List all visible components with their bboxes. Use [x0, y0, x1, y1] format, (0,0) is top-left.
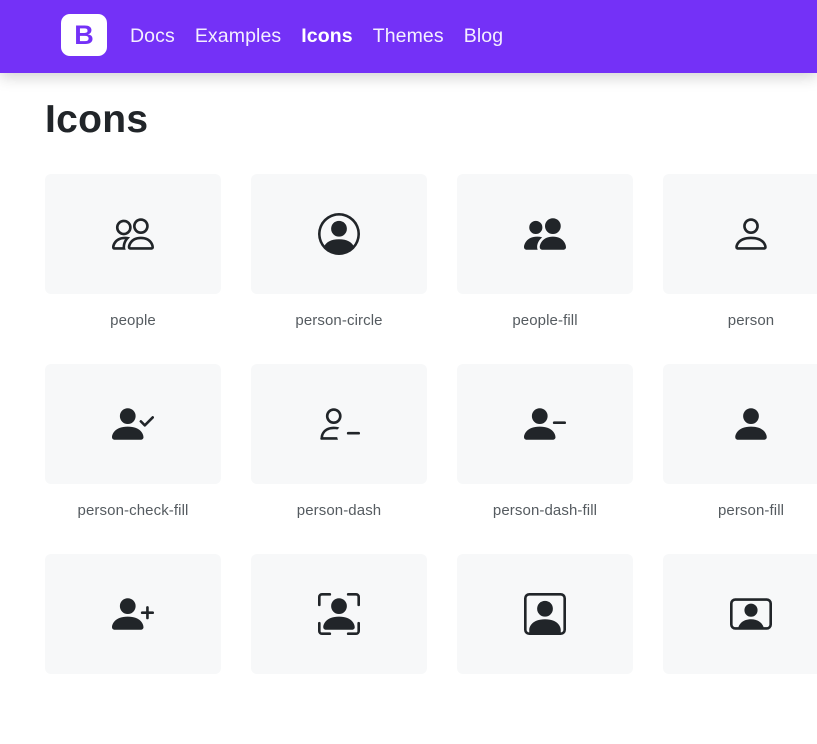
nav-link-icons[interactable]: Icons: [301, 25, 352, 48]
icon-label: person-dash-fill: [492, 502, 598, 519]
icon-tile[interactable]: [251, 364, 427, 484]
icon-card-people[interactable]: people: [45, 174, 221, 364]
main-nav: Docs Examples Icons Themes Blog: [130, 0, 523, 73]
icon-label: person-dash: [296, 502, 382, 519]
icon-tile[interactable]: [663, 174, 817, 294]
icon-card-person-plus-fill[interactable]: [45, 554, 221, 744]
person-dash-fill-icon: [524, 408, 566, 440]
icon-label: person-circle: [295, 312, 383, 329]
icon-label: people-fill: [512, 312, 578, 329]
icon-card-person-dash-fill[interactable]: person-dash-fill: [457, 364, 633, 554]
person-dash-icon: [320, 408, 360, 440]
icon-card-person-video[interactable]: [663, 554, 817, 744]
icon-label: person-fill: [717, 502, 785, 519]
people-fill-icon: [524, 218, 566, 250]
person-circle-icon: [318, 213, 360, 255]
person-check-fill-icon: [112, 408, 154, 440]
icon-card-person-check-fill[interactable]: person-check-fill: [45, 364, 221, 554]
icon-grid: people person-circle people-fill person: [45, 174, 817, 744]
person-square-icon: [524, 593, 566, 635]
icon-label: person: [727, 312, 775, 329]
icon-card-person-dash[interactable]: person-dash: [251, 364, 427, 554]
icon-label: person-check-fill: [77, 502, 189, 519]
icon-tile[interactable]: [251, 174, 427, 294]
icon-card-person-fill[interactable]: person-fill: [663, 364, 817, 554]
icon-tile[interactable]: [663, 554, 817, 674]
icon-tile[interactable]: [251, 554, 427, 674]
icon-card-people-fill[interactable]: people-fill: [457, 174, 633, 364]
icon-tile[interactable]: [457, 364, 633, 484]
brand-letter: B: [74, 19, 94, 50]
icon-tile[interactable]: [45, 174, 221, 294]
person-plus-fill-icon: [112, 598, 154, 630]
nav-link-blog[interactable]: Blog: [464, 25, 503, 48]
person-icon: [735, 218, 767, 250]
nav-link-themes[interactable]: Themes: [373, 25, 444, 48]
person-bounding-box-icon: [318, 593, 360, 635]
person-fill-icon: [735, 408, 767, 440]
icon-tile[interactable]: [45, 554, 221, 674]
icon-tile[interactable]: [45, 364, 221, 484]
nav-link-docs[interactable]: Docs: [130, 25, 175, 48]
icon-card-person-bounding-box[interactable]: [251, 554, 427, 744]
icon-card-person-square[interactable]: [457, 554, 633, 744]
people-icon: [112, 218, 154, 250]
icon-tile[interactable]: [457, 174, 633, 294]
top-navbar: B Docs Examples Icons Themes Blog: [0, 0, 817, 73]
icon-label: people: [110, 312, 156, 329]
bootstrap-logo[interactable]: B: [61, 14, 107, 56]
icon-card-person-circle[interactable]: person-circle: [251, 174, 427, 364]
page-title: Icons: [45, 98, 149, 141]
icon-tile[interactable]: [663, 364, 817, 484]
nav-link-examples[interactable]: Examples: [195, 25, 281, 48]
person-video-icon: [730, 598, 772, 630]
icon-tile[interactable]: [457, 554, 633, 674]
icon-card-person[interactable]: person: [663, 174, 817, 364]
